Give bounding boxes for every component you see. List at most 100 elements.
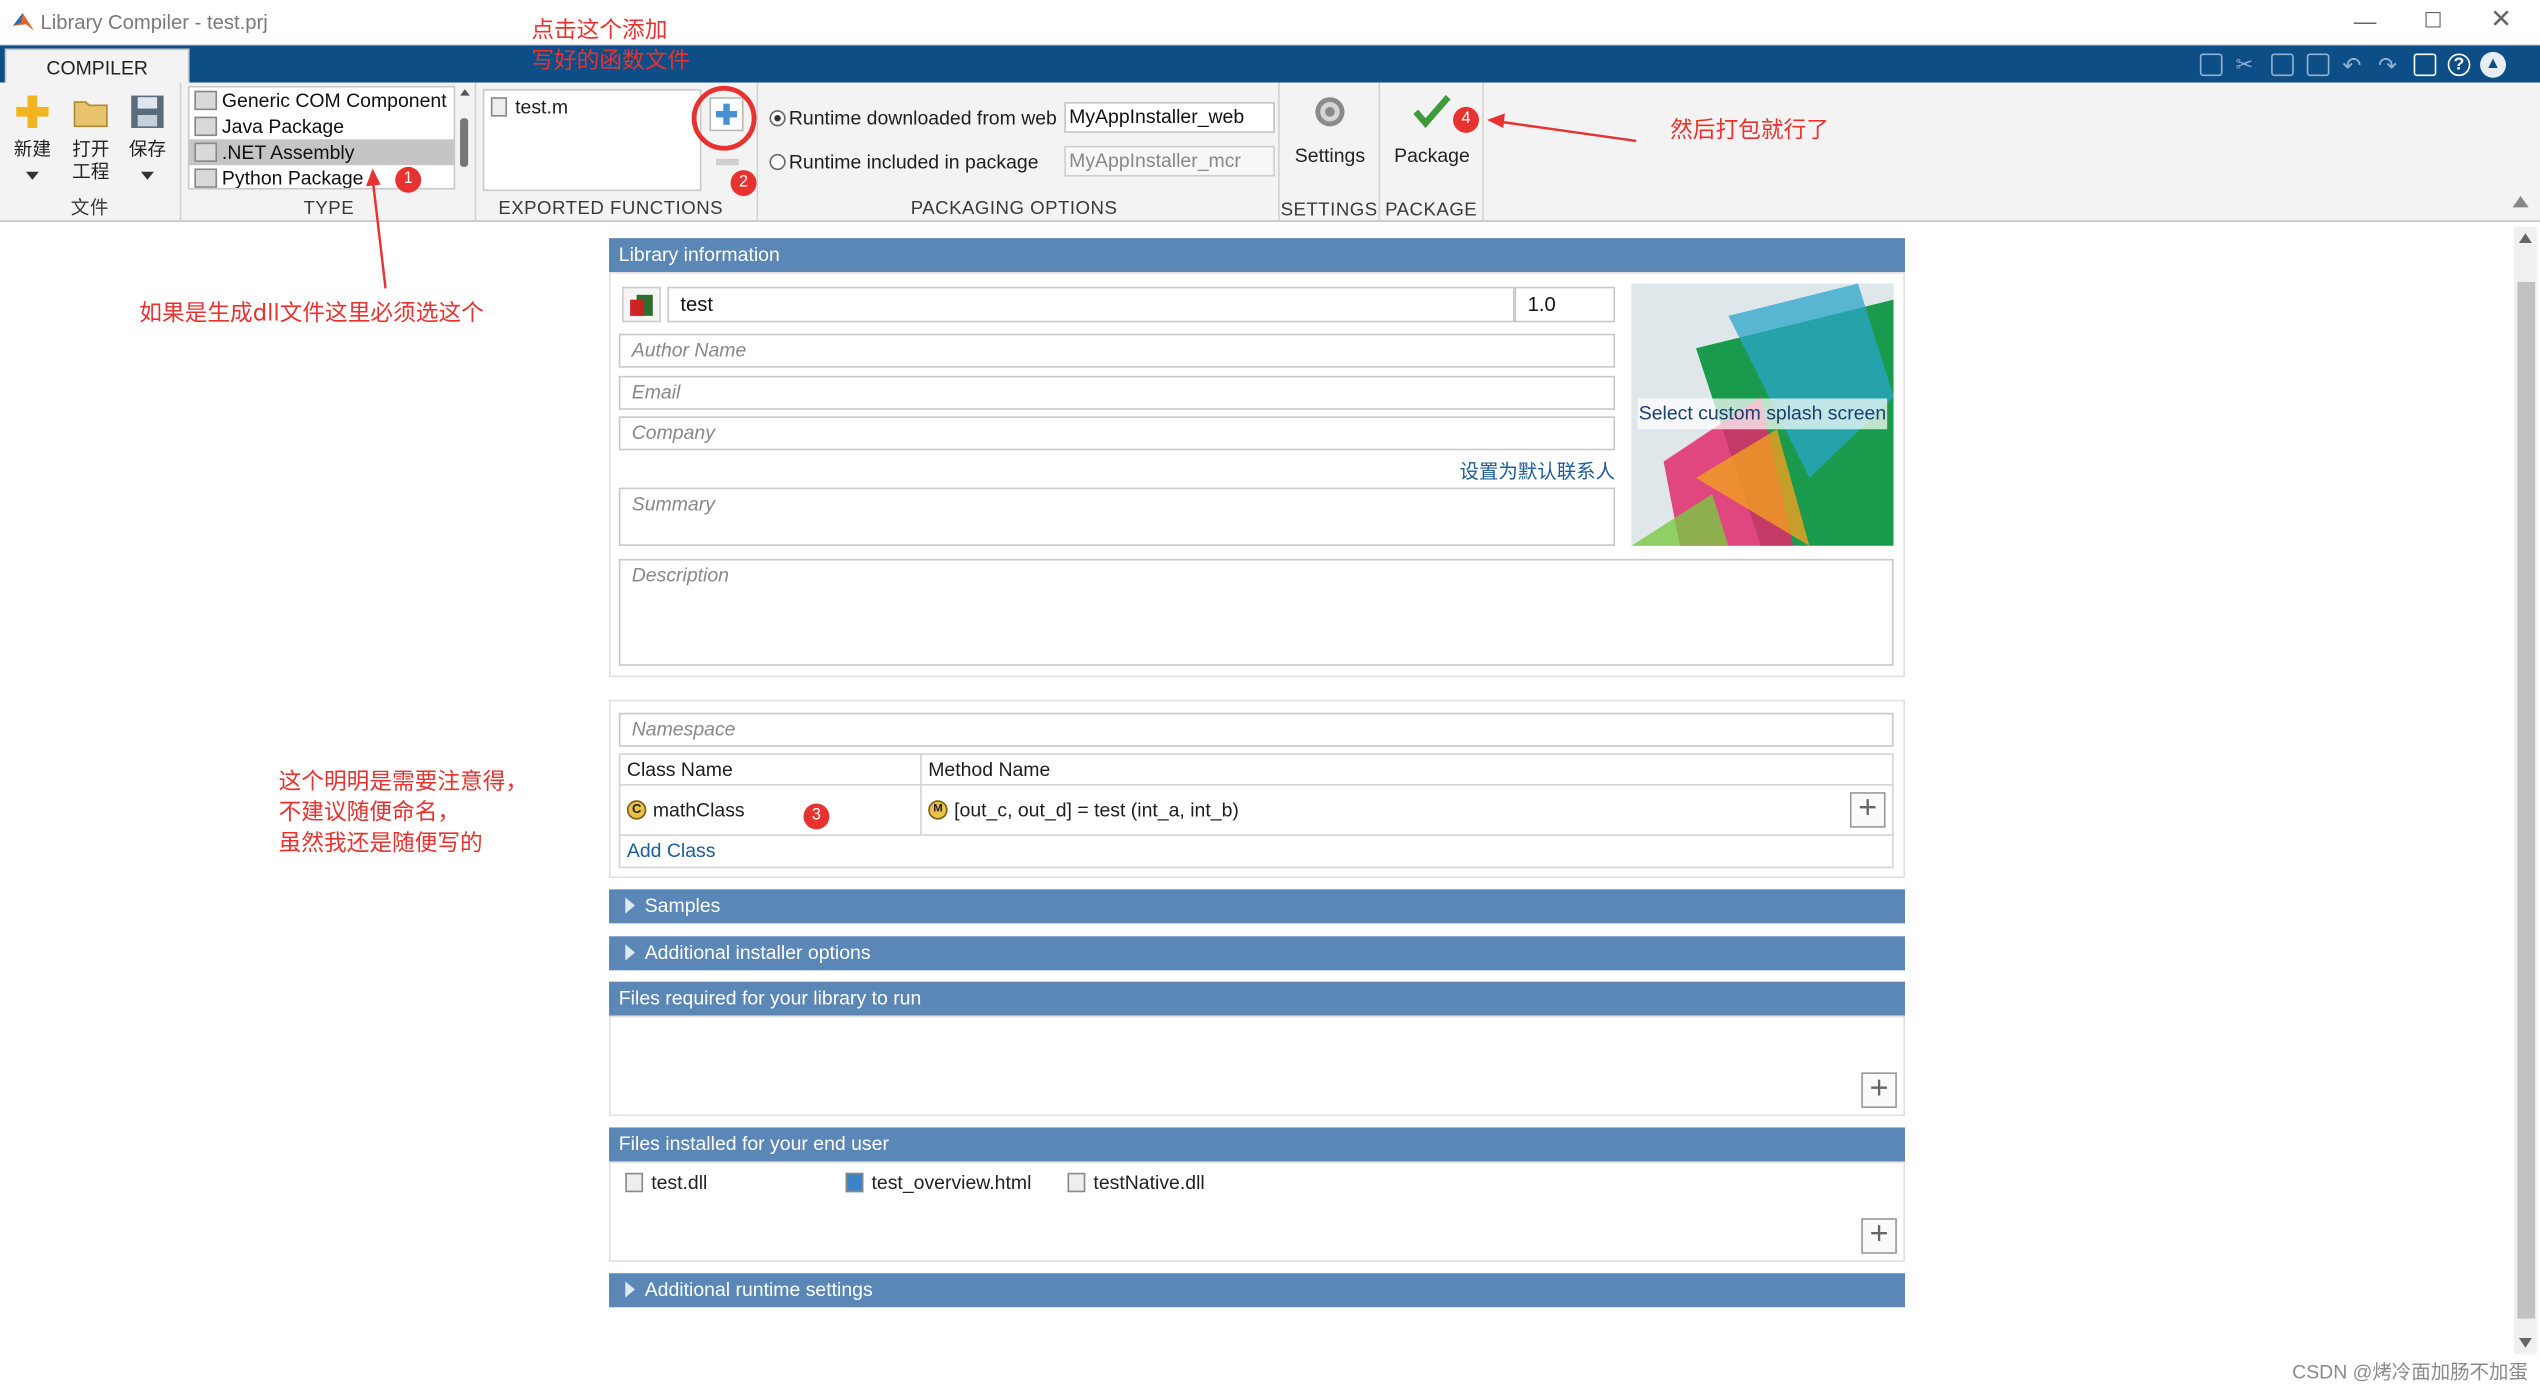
python-icon bbox=[194, 168, 218, 188]
type-section-label: TYPE bbox=[303, 199, 355, 219]
main-scrollbar[interactable] bbox=[2514, 226, 2537, 1355]
runtime-package-label: Runtime included in package bbox=[788, 150, 1039, 174]
package-section: Package PACKAGE bbox=[1380, 82, 1484, 222]
save-dropdown-icon bbox=[140, 171, 154, 180]
open-project-button[interactable]: 打开 工程 bbox=[65, 92, 117, 184]
summary-input[interactable]: Summary bbox=[618, 487, 1616, 546]
exported-file-item[interactable]: test.m bbox=[484, 91, 699, 118]
redo-icon[interactable]: ↷ bbox=[2378, 53, 2401, 76]
samples-section-header[interactable]: Samples bbox=[609, 889, 1906, 924]
author-name-input[interactable]: Author Name bbox=[618, 333, 1616, 368]
ribbon: 新建 打开 工程 保存 文件 Generic COM Component Jav… bbox=[0, 82, 2540, 222]
exported-functions-list[interactable]: test.m bbox=[482, 89, 702, 192]
package-label: Package bbox=[1394, 144, 1470, 167]
save-disk-icon bbox=[131, 95, 164, 128]
maximize-icon[interactable]: ☐ bbox=[2422, 9, 2445, 33]
window-layout-icon[interactable] bbox=[2413, 53, 2437, 77]
save-button[interactable]: 保存 bbox=[121, 92, 173, 180]
radio-runtime-package[interactable] bbox=[769, 153, 786, 171]
minimize-icon[interactable]: — bbox=[2354, 10, 2377, 33]
version-input[interactable]: 1.0 bbox=[1514, 286, 1616, 323]
new-plus-icon bbox=[16, 95, 49, 128]
save-quick-icon[interactable] bbox=[2199, 53, 2223, 77]
title-bar: Library Compiler - test.prj — ☐ ✕ bbox=[0, 0, 2540, 46]
column-divider bbox=[920, 753, 922, 835]
ribbon-collapse-icon[interactable] bbox=[2512, 196, 2529, 208]
badge-4: 4 bbox=[1453, 106, 1479, 133]
add-installed-file-button[interactable]: + bbox=[1861, 1218, 1897, 1254]
library-name-input[interactable]: test bbox=[667, 286, 1515, 323]
files-required-panel bbox=[609, 1015, 1906, 1117]
annotation-class-note: 这个明明是需要注意得， 不建议随便命名， 虽然我还是随便写的 bbox=[278, 769, 529, 857]
badge-1: 1 bbox=[395, 166, 422, 193]
new-dropdown-icon bbox=[25, 171, 39, 180]
installer-options-header[interactable]: Additional installer options bbox=[609, 936, 1906, 971]
file-section: 新建 打开 工程 保存 文件 bbox=[0, 82, 182, 222]
add-required-file-button[interactable]: + bbox=[1861, 1072, 1897, 1109]
annotation-package: 然后打包就行了 bbox=[1670, 118, 1829, 145]
save-label: 保存 bbox=[128, 140, 167, 161]
folder-icon bbox=[73, 101, 108, 128]
expand-arrow-icon bbox=[625, 944, 636, 961]
namespace-input[interactable]: Namespace bbox=[618, 712, 1894, 747]
dll-file-icon bbox=[1067, 1172, 1086, 1193]
gear-icon bbox=[1315, 97, 1345, 127]
new-button[interactable]: 新建 bbox=[6, 92, 58, 180]
help-icon[interactable]: ? bbox=[2447, 53, 2471, 77]
remove-function-button[interactable] bbox=[715, 158, 739, 166]
files-required-header: Files required for your library to run bbox=[609, 981, 1906, 1016]
ribbon-tab-strip bbox=[0, 45, 2540, 83]
expand-arrow-icon bbox=[625, 1281, 636, 1298]
java-icon bbox=[194, 116, 218, 137]
highlight-circle bbox=[691, 85, 757, 151]
add-class-link[interactable]: Add Class bbox=[627, 839, 716, 862]
installed-file-item[interactable]: test_overview.html bbox=[845, 1171, 1031, 1194]
class-name-cell[interactable]: mathClass bbox=[653, 799, 745, 822]
library-icon-button[interactable] bbox=[622, 286, 661, 323]
row-divider bbox=[618, 834, 1894, 836]
email-input[interactable]: Email bbox=[618, 375, 1616, 410]
matlab-logo-icon bbox=[12, 12, 35, 31]
splash-screen-button[interactable]: Select custom splash screen bbox=[1631, 283, 1894, 546]
paste-icon[interactable] bbox=[2306, 53, 2330, 77]
tab-compiler[interactable]: COMPILER bbox=[4, 48, 190, 85]
undo-icon[interactable]: ↶ bbox=[2342, 53, 2365, 76]
annotation-add-function: 点击这个添加 写好的函数文件 bbox=[531, 17, 691, 75]
installed-file-item[interactable]: test.dll bbox=[625, 1171, 707, 1194]
cut-icon[interactable]: ✂ bbox=[2235, 53, 2258, 76]
runtime-settings-header[interactable]: Additional runtime settings bbox=[609, 1273, 1906, 1308]
add-method-button[interactable]: + bbox=[1849, 792, 1886, 828]
method-icon: M bbox=[928, 800, 948, 820]
file-section-label: 文件 bbox=[70, 199, 110, 219]
web-installer-name-input[interactable]: MyAppInstaller_web bbox=[1064, 102, 1275, 133]
description-input[interactable]: Description bbox=[618, 558, 1894, 666]
files-installed-panel bbox=[609, 1161, 1906, 1262]
splash-label: Select custom splash screen bbox=[1637, 398, 1888, 430]
type-item-com[interactable]: Generic COM Component bbox=[190, 87, 454, 113]
type-item-java[interactable]: Java Package bbox=[190, 113, 454, 139]
package-installer-name-input[interactable]: MyAppInstaller_mcr bbox=[1064, 145, 1275, 177]
close-icon[interactable]: ✕ bbox=[2490, 7, 2513, 33]
checkmark-icon bbox=[1413, 95, 1451, 129]
com-icon bbox=[194, 90, 218, 111]
set-default-contact-link[interactable]: 设置为默认联系人 bbox=[1453, 457, 1616, 485]
class-table-header bbox=[618, 753, 1894, 786]
app-window: Library Compiler - test.prj — ☐ ✕ COMPIL… bbox=[0, 0, 2540, 1390]
copy-icon[interactable] bbox=[2271, 53, 2294, 77]
settings-section: Settings SETTINGS bbox=[1280, 82, 1381, 222]
dotnet-icon bbox=[194, 142, 218, 162]
collapse-ribbon-icon[interactable]: ▲ bbox=[2480, 51, 2506, 78]
type-item-dotnet[interactable]: .NET Assembly bbox=[189, 139, 454, 166]
type-list-scrollbar[interactable] bbox=[458, 89, 469, 189]
badge-2: 2 bbox=[730, 170, 757, 197]
method-signature-cell[interactable]: [out_c, out_d] = test (int_a, int_b) bbox=[954, 799, 1239, 822]
settings-button[interactable]: Settings bbox=[1286, 92, 1373, 167]
company-input[interactable]: Company bbox=[618, 416, 1616, 451]
expand-arrow-icon bbox=[625, 897, 636, 914]
settings-label: Settings bbox=[1294, 144, 1366, 167]
html-file-icon bbox=[845, 1172, 864, 1193]
settings-section-label: SETTINGS bbox=[1280, 200, 1378, 221]
dll-file-icon bbox=[625, 1172, 644, 1193]
radio-runtime-web[interactable] bbox=[769, 110, 786, 127]
installed-file-item[interactable]: testNative.dll bbox=[1067, 1171, 1205, 1194]
